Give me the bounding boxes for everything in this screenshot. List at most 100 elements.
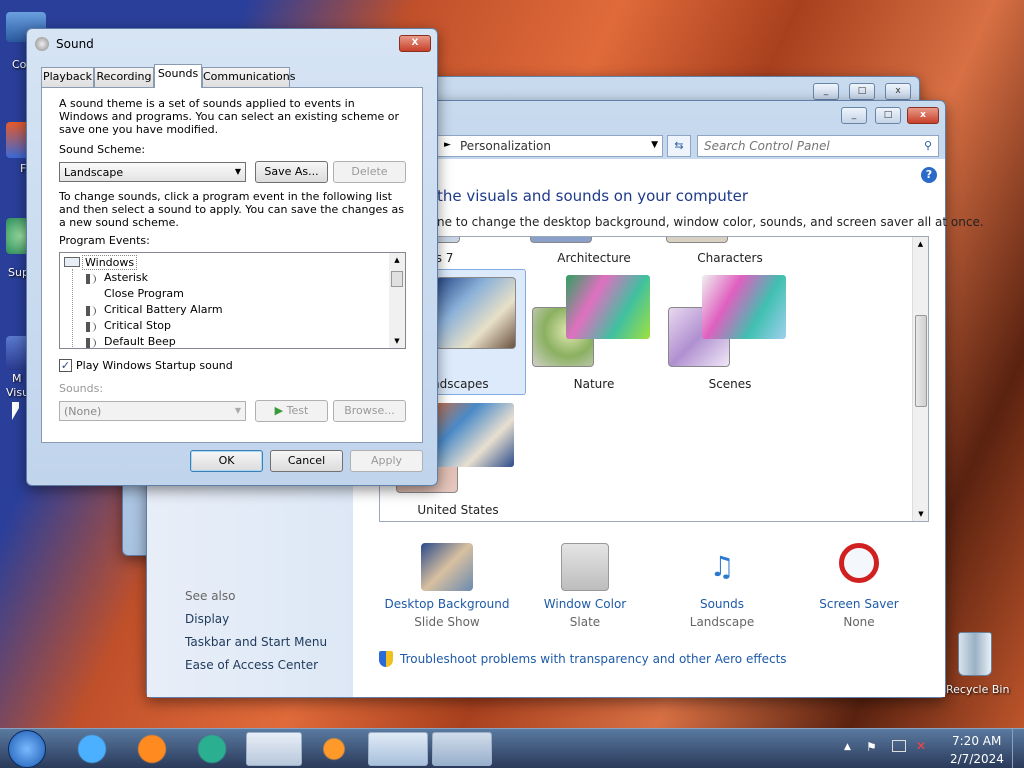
mouse-cursor-icon [12,402,19,420]
internet-explorer-icon[interactable] [64,732,120,766]
clock-date[interactable]: 2/7/2024 [950,752,1004,766]
scroll-up-icon[interactable]: ▲ [913,237,928,251]
cancel-button[interactable]: Cancel [270,450,343,472]
control-panel-task-icon[interactable] [368,732,428,766]
play-icon: ▶ [274,404,284,417]
media-player-icon[interactable] [306,732,362,766]
event-default-beep[interactable]: Default Beep [104,335,176,348]
recycle-bin-icon[interactable] [958,632,992,676]
events-root-label[interactable]: Windows [82,255,138,270]
theme-label-nature[interactable]: Nature [534,377,654,391]
event-close-program[interactable]: Close Program [104,287,184,300]
program-events-list[interactable]: Windows Asterisk Close Program Critical … [59,252,406,349]
sound-dialog[interactable]: Sound X Playback Recording Sounds Commun… [26,28,438,486]
event-critical-battery-alarm[interactable]: Critical Battery Alarm [104,303,223,316]
action-center-icon[interactable]: ⚑ [866,740,877,754]
sound-scheme-select[interactable]: Landscape ▼ [59,162,246,182]
speaker-icon [86,322,96,332]
sounds-select[interactable]: (None) ▼ [59,401,246,421]
file-explorer-icon[interactable] [246,732,302,766]
desktop-icon-label: M [12,372,22,385]
tab-sounds[interactable]: Sounds [154,64,202,88]
event-critical-stop[interactable]: Critical Stop [104,319,171,332]
troubleshoot-link[interactable]: Troubleshoot problems with transparency … [400,652,787,666]
windows-group-icon [64,257,80,267]
theme-label-scenes[interactable]: Scenes [670,377,790,391]
scroll-down-icon[interactable]: ▼ [913,507,928,521]
close-button[interactable]: x [885,83,911,100]
show-desktop-button[interactable] [1012,729,1024,768]
events-scrollbar[interactable]: ▲ ▼ [389,253,405,348]
event-asterisk[interactable]: Asterisk [104,271,148,284]
volume-muted-icon[interactable]: ✕ [916,739,926,753]
start-button[interactable] [8,730,46,768]
search-icon[interactable]: ⚲ [924,139,932,152]
chevron-down-icon[interactable]: ▼ [651,140,658,150]
sounds-value: Landscape [689,615,755,629]
test-button[interactable]: ▶ Test [255,400,328,422]
tree-line [72,269,73,348]
desktop-background-title: Desktop Background [384,597,510,611]
chevron-down-icon: ▼ [234,406,241,415]
window-color-link[interactable]: Window Color Slate [520,543,650,629]
see-also-taskbar-link[interactable]: Taskbar and Start Menu [185,635,327,649]
minimize-button[interactable]: _ [813,83,839,100]
clock-time[interactable]: 7:20 AM [952,734,1001,748]
sounds-icon: ♫ [709,550,735,583]
close-button[interactable]: X [399,35,431,52]
search-input[interactable] [698,136,908,156]
speaker-icon [86,306,96,316]
scrollbar-thumb[interactable] [915,315,927,407]
test-label: Test [286,404,309,417]
minimize-button[interactable]: _ [841,107,867,124]
address-bar[interactable]: ► Personalization ▼ [437,135,663,157]
see-also-display-link[interactable]: Display [185,612,229,626]
theme-label-united-states[interactable]: United States [398,503,518,517]
tab-recording[interactable]: Recording [94,67,154,87]
screen-saver-link[interactable]: Screen Saver None [794,543,924,629]
theme-list-scrollbar[interactable]: ▲ ▼ [912,237,928,521]
see-also-ease-of-access-link[interactable]: Ease of Access Center [185,658,318,672]
scrollbar-thumb[interactable] [391,271,403,287]
sounds-value: (None) [64,405,102,418]
save-as-button[interactable]: Save As... [255,161,328,183]
speaker-icon [86,338,96,348]
chevron-right-icon: ► [444,140,451,150]
delete-button[interactable]: Delete [333,161,406,183]
search-box[interactable]: ⚲ [697,135,939,157]
theme-thumb-characters [666,237,728,243]
tab-communications[interactable]: Communications [202,67,295,87]
theme-label-characters[interactable]: Characters [670,251,790,265]
sounds-link[interactable]: ♫ Sounds Landscape [657,543,787,629]
firefox-icon[interactable] [124,732,180,766]
browse-button[interactable]: Browse... [333,400,406,422]
sounds-label: Sounds: [59,382,104,395]
scroll-down-icon[interactable]: ▼ [389,334,405,348]
network-icon[interactable] [892,740,906,752]
sounds-title: Sounds [699,597,745,611]
address-path: Personalization [460,139,551,153]
startup-sound-checkbox[interactable]: ✓ [59,359,72,372]
program-events-label: Program Events: [59,234,150,247]
refresh-button[interactable]: ⇆ [667,135,691,157]
maximize-button[interactable]: □ [875,107,901,124]
scroll-up-icon[interactable]: ▲ [389,253,405,267]
show-hidden-icons-icon[interactable]: ▲ [844,742,851,752]
startup-sound-label[interactable]: Play Windows Startup sound [76,359,233,372]
dialog-title: Sound [56,37,94,51]
tab-playback[interactable]: Playback [41,67,94,87]
recycle-bin-label: Recycle Bin [946,683,1010,696]
browser-icon[interactable] [184,732,240,766]
close-button[interactable]: x [907,107,939,124]
ok-button[interactable]: OK [190,450,263,472]
maximize-button[interactable]: □ [849,83,875,100]
help-icon[interactable]: ? [921,167,937,183]
chevron-down-icon: ▼ [234,167,241,176]
desktop-background-icon [421,543,473,591]
theme-list[interactable]: indows 7 Architecture Characters ndscape… [379,236,929,522]
shield-icon [379,651,393,667]
apply-button[interactable]: Apply [350,450,423,472]
sound-task-icon[interactable] [432,732,492,766]
desktop-background-link[interactable]: Desktop Background Slide Show [382,543,512,629]
theme-label-architecture[interactable]: Architecture [534,251,654,265]
